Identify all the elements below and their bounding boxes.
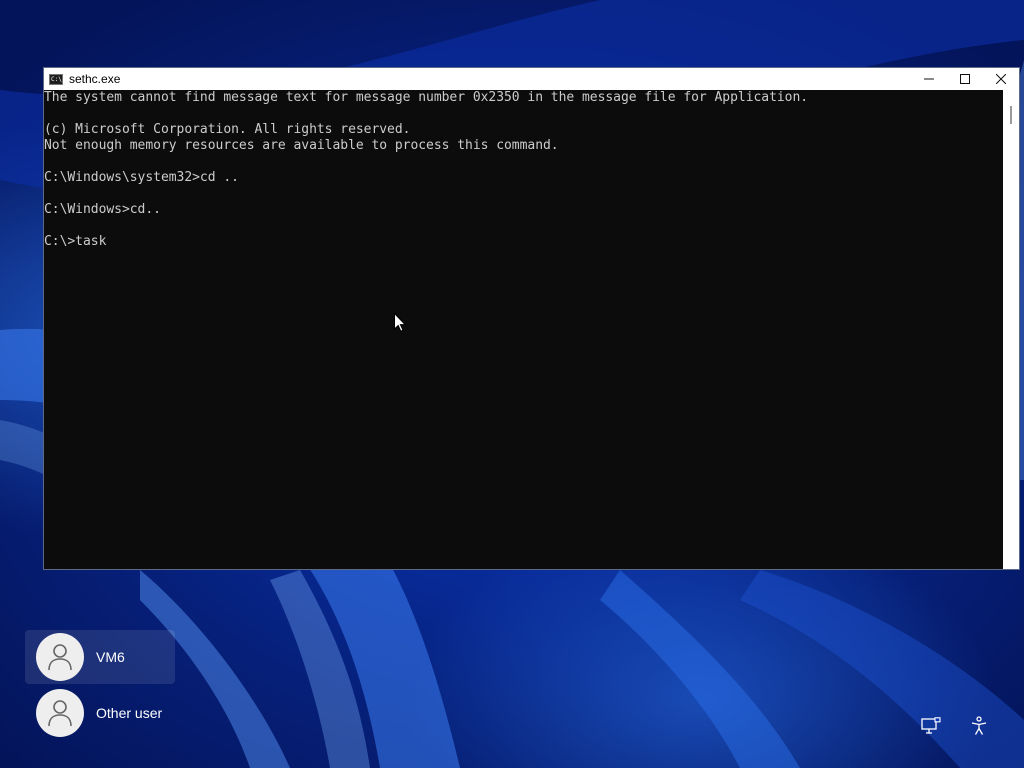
vertical-scrollbar[interactable] [1003, 90, 1019, 569]
close-button[interactable] [983, 68, 1019, 90]
accessibility-button[interactable] [968, 715, 990, 737]
maximize-icon [960, 74, 970, 84]
window-title: sethc.exe [69, 72, 121, 86]
console-input-line[interactable]: C:\>task [44, 234, 1003, 250]
title-bar[interactable]: C:\ sethc.exe [44, 68, 1019, 90]
console-line: Not enough memory resources are availabl… [44, 138, 559, 153]
user-avatar-icon [36, 633, 84, 681]
user-avatar-icon [36, 689, 84, 737]
minimize-button[interactable] [911, 68, 947, 90]
console-line: (c) Microsoft Corporation. All rights re… [44, 122, 411, 137]
user-name: VM6 [96, 649, 125, 665]
console-line: C:\Windows\system32>cd .. [44, 170, 239, 185]
mouse-pointer-icon [394, 313, 406, 332]
user-tile-vm6[interactable]: VM6 [25, 630, 175, 684]
console-output[interactable]: The system cannot find message text for … [44, 90, 1003, 569]
network-button[interactable] [920, 715, 942, 737]
scrollbar-thumb[interactable] [1010, 106, 1012, 124]
console-line: The system cannot find message text for … [44, 90, 809, 105]
console-line: C:\Windows>cd.. [44, 202, 161, 217]
window-controls [911, 68, 1019, 90]
user-tile-other-user[interactable]: Other user [25, 686, 175, 740]
cmd-icon: C:\ [49, 73, 63, 85]
maximize-button[interactable] [947, 68, 983, 90]
close-icon [996, 74, 1006, 84]
minimize-icon [924, 78, 934, 80]
network-icon [921, 717, 941, 734]
console-window[interactable]: C:\ sethc.exe The system cannot find mes… [43, 67, 1020, 570]
accessibility-icon [971, 716, 987, 735]
user-name: Other user [96, 705, 163, 721]
